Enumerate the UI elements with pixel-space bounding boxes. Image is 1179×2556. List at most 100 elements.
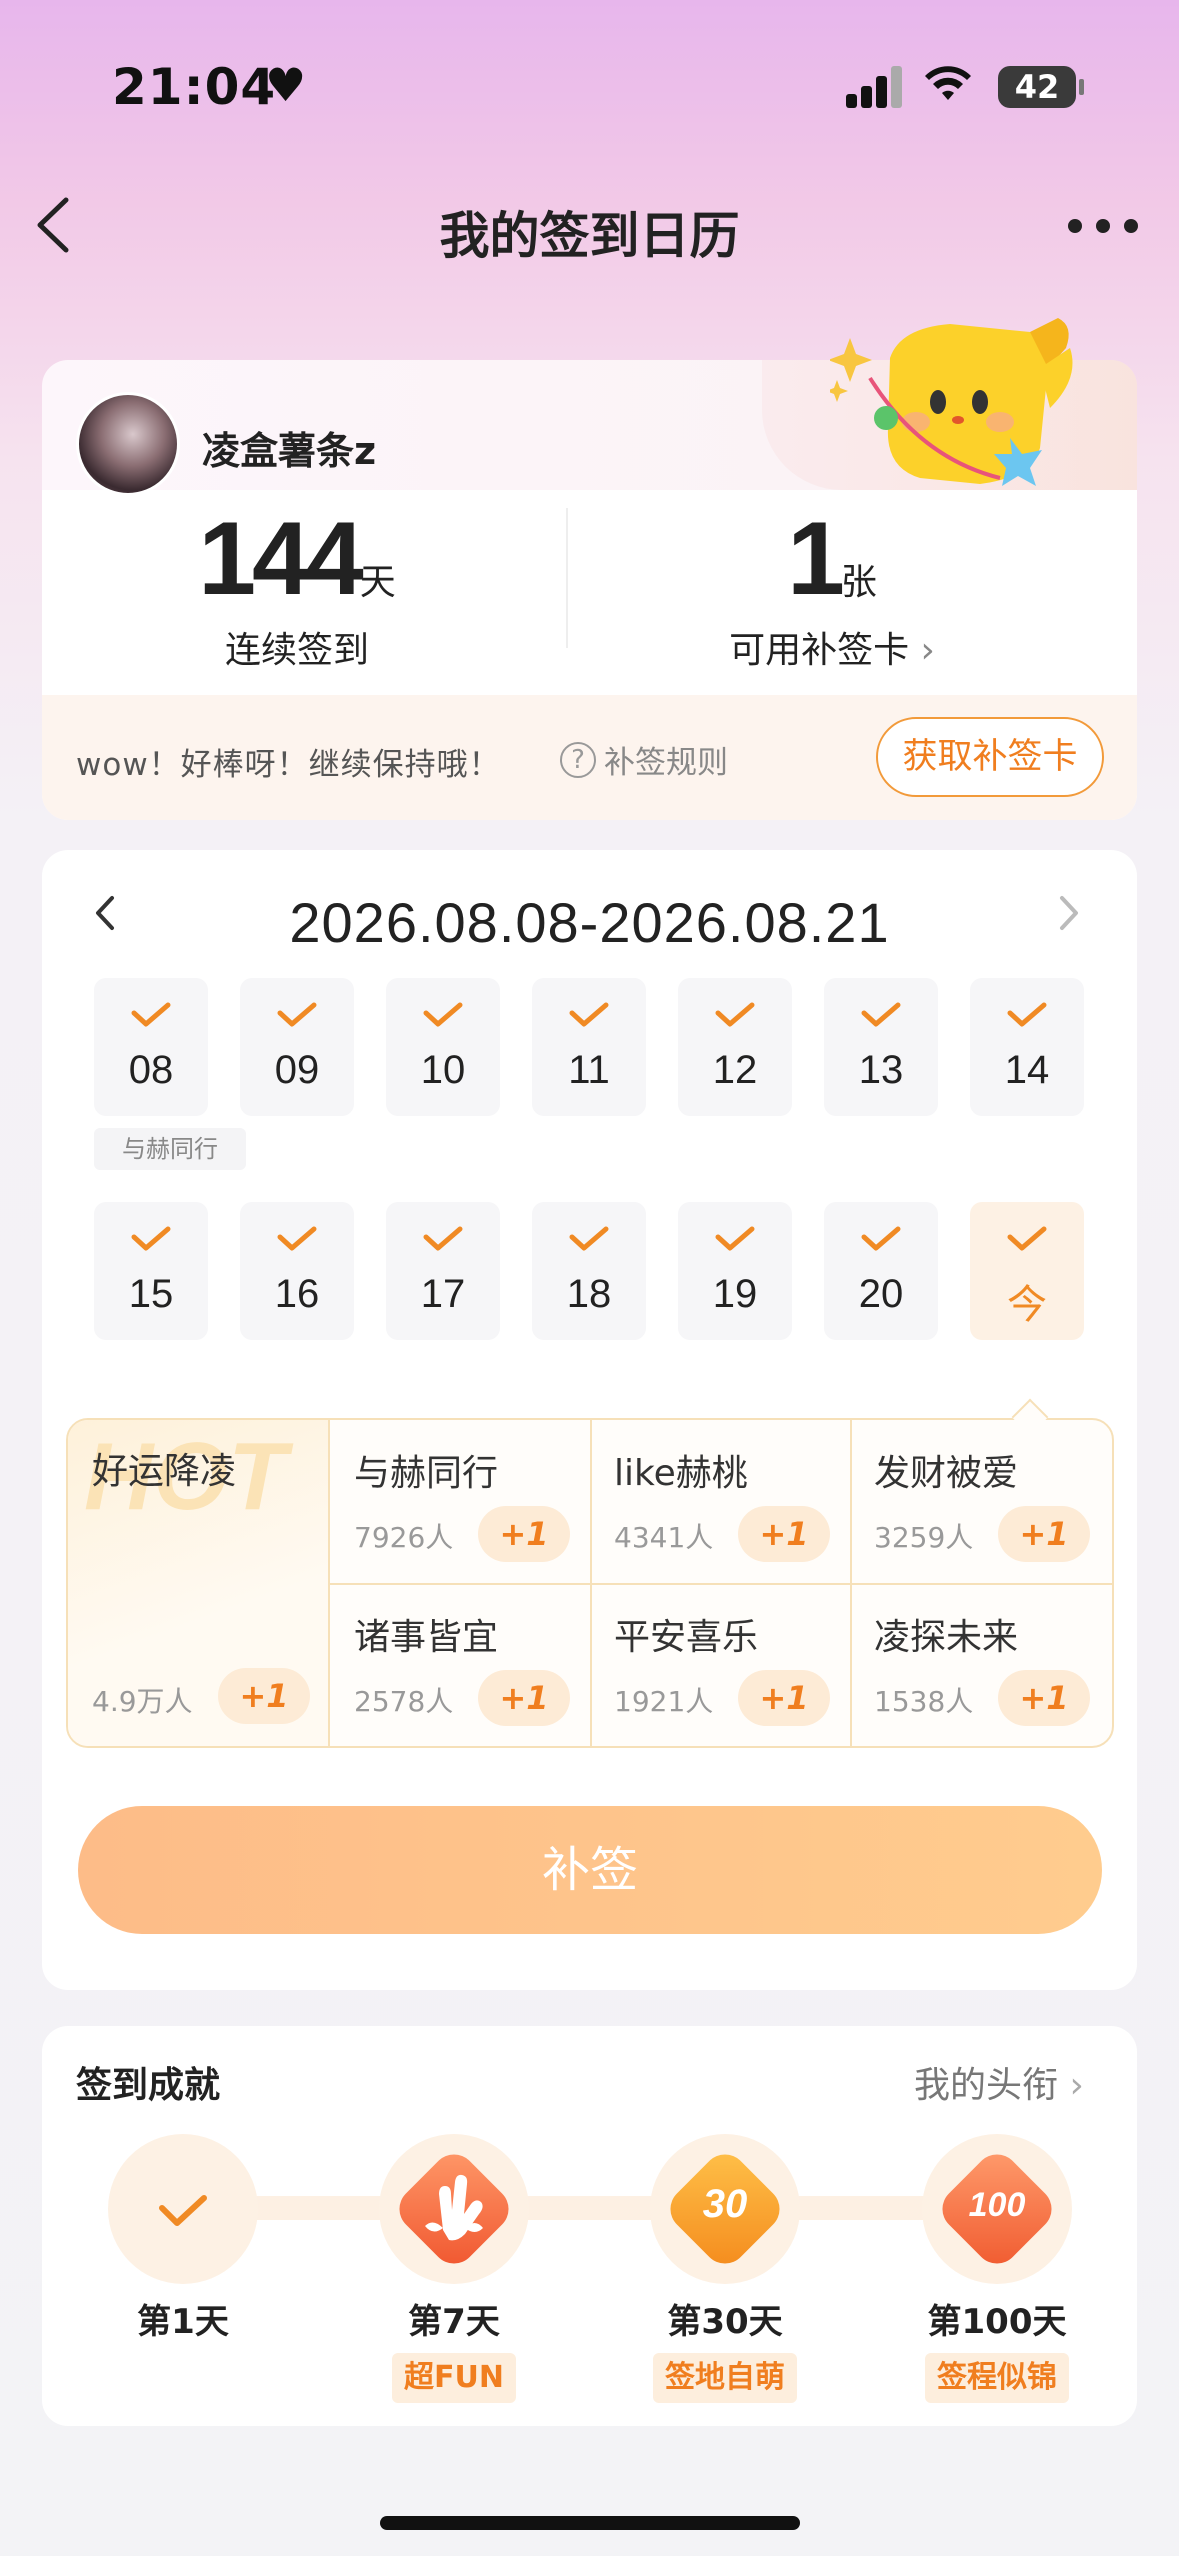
achievement-badge-circle: 100: [922, 2134, 1072, 2284]
tag-count: 2578人: [354, 1685, 454, 1718]
rules-link[interactable]: ? 补签规则: [560, 737, 728, 782]
check-icon: [1007, 1226, 1047, 1251]
calendar-day[interactable]: 13: [824, 978, 938, 1116]
check-icon: [423, 1002, 463, 1027]
my-titles-link[interactable]: 我的头衔 ›: [914, 2056, 1084, 2108]
day-number: 17: [420, 1272, 466, 1316]
check-icon: [423, 1226, 463, 1251]
check-icon: [131, 1226, 171, 1251]
rules-label: 补签规则: [604, 745, 728, 781]
day-number: 15: [128, 1272, 174, 1316]
tag-cell[interactable]: 平安喜乐 1921人 +1: [590, 1584, 851, 1747]
cards-stat[interactable]: 1张 可用补签卡 ›: [682, 500, 982, 673]
progress-track: [162, 2196, 1012, 2220]
check-icon: [861, 1002, 901, 1027]
resign-button[interactable]: 补签: [78, 1806, 1102, 1934]
achievement-badge-circle: [379, 2134, 529, 2284]
calendar-day[interactable]: 14: [970, 978, 1084, 1116]
username: 凌盒薯条z: [202, 429, 377, 473]
streak-value: 144: [198, 501, 364, 617]
plus-one-button[interactable]: +1: [738, 1506, 830, 1562]
question-icon: ?: [560, 741, 596, 778]
calendar-day[interactable]: 19: [678, 1202, 792, 1340]
check-icon: [715, 1226, 755, 1251]
tag-grid: HOT 好运降凌 4.9万人 +1 与赫同行 7926人 +1 like赫桃 4…: [66, 1418, 1114, 1748]
mascot-illustration: [826, 318, 1090, 498]
tag-cell[interactable]: 发财被爱 3259人 +1: [850, 1420, 1111, 1583]
check-icon: [1007, 1002, 1047, 1027]
achievements-title: 签到成就: [76, 2065, 221, 2106]
plus-one-button[interactable]: +1: [218, 1668, 310, 1724]
home-indicator[interactable]: [380, 2516, 800, 2530]
achievement-item[interactable]: 第7天 超FUN: [379, 2134, 529, 2403]
calendar-day[interactable]: 17: [386, 1202, 500, 1340]
plus-one-button[interactable]: +1: [738, 1670, 830, 1726]
achievement-badge-circle: 30: [650, 2134, 800, 2284]
tag-count: 4.9万人: [92, 1685, 193, 1718]
hot-tag[interactable]: HOT 好运降凌 4.9万人 +1: [68, 1420, 330, 1746]
day-number: 11: [568, 1048, 610, 1092]
day-number: 08: [128, 1048, 174, 1092]
check-icon: [159, 2195, 207, 2226]
cards-value: 1: [787, 501, 845, 617]
achievement-item[interactable]: 第1天: [108, 2134, 258, 2343]
heart-icon: ♥: [265, 58, 307, 112]
badge-art-text: 100: [968, 2186, 1026, 2224]
day-number: 20: [858, 1272, 904, 1316]
day-number: 10: [420, 1048, 466, 1092]
calendar-day[interactable]: 09: [240, 978, 354, 1116]
plus-one-button[interactable]: +1: [998, 1670, 1090, 1726]
day-number: 16: [274, 1272, 320, 1316]
stat-divider: [566, 508, 568, 648]
calendar-day[interactable]: 10: [386, 978, 500, 1116]
tag-count: 1921人: [614, 1685, 714, 1718]
tag-cell[interactable]: 诸事皆宜 2578人 +1: [330, 1584, 591, 1747]
achievement-item[interactable]: 30 第30天 签地自萌: [650, 2134, 800, 2403]
calendar-day[interactable]: 18: [532, 1202, 646, 1340]
calendar-day-today[interactable]: 今: [970, 1202, 1084, 1340]
notice-bar: wow！好棒呀！继续保持哦！ ? 补签规则 获取补签卡: [42, 695, 1137, 820]
tag-name: like赫桃: [614, 1453, 748, 1494]
streak-unit: 天: [359, 562, 396, 603]
plus-one-button[interactable]: +1: [998, 1506, 1090, 1562]
plus-one-button[interactable]: +1: [478, 1670, 570, 1726]
streak-stat: 144天 连续签到: [132, 500, 462, 673]
tag-count: 7926人: [354, 1521, 454, 1554]
tag-count: 4341人: [614, 1521, 714, 1554]
achievement-title-badge: 签程似锦: [925, 2353, 1069, 2403]
cellular-signal-icon: [846, 66, 904, 108]
hand-sign-icon: [425, 2174, 483, 2241]
calendar-day[interactable]: 15: [94, 1202, 208, 1340]
wifi-icon: [924, 64, 972, 115]
tag-cell[interactable]: 凌探未来 1538人 +1: [850, 1584, 1111, 1747]
tag-cell[interactable]: like赫桃 4341人 +1: [590, 1420, 851, 1583]
next-range-button[interactable]: [1054, 888, 1084, 950]
calendar-day[interactable]: 08: [94, 978, 208, 1116]
notice-text: wow！好棒呀！继续保持哦！: [76, 747, 501, 783]
tag-name: 平安喜乐: [614, 1617, 759, 1658]
more-options-button[interactable]: [1068, 219, 1138, 233]
day-number: 13: [858, 1048, 904, 1092]
calendar-day[interactable]: 20: [824, 1202, 938, 1340]
calendar-day[interactable]: 12: [678, 978, 792, 1116]
check-icon: [277, 1002, 317, 1027]
tag-cell[interactable]: 与赫同行 7926人 +1: [330, 1420, 591, 1583]
calendar-day[interactable]: 16: [240, 1202, 354, 1340]
calendar-card: 2026.08.08-2026.08.21 08 09 10 11 12 13 …: [42, 850, 1137, 1990]
achievement-item[interactable]: 100 第100天 签程似锦: [922, 2134, 1072, 2403]
day-number: 今: [1007, 1283, 1047, 1327]
check-icon: [569, 1002, 609, 1027]
achievement-day: 第1天: [137, 2302, 229, 2342]
badge-art-text: 30: [702, 2182, 748, 2226]
tag-count: 1538人: [874, 1685, 974, 1718]
my-titles-label: 我的头衔: [914, 2065, 1059, 2106]
streak-label: 连续签到: [224, 630, 369, 671]
plus-one-button[interactable]: +1: [478, 1506, 570, 1562]
status-time: 21:04: [112, 58, 277, 116]
achievement-title-badge: 超FUN: [392, 2353, 516, 2403]
tag-count: 3259人: [874, 1521, 974, 1554]
calendar-day[interactable]: 11: [532, 978, 646, 1116]
get-card-button[interactable]: 获取补签卡: [876, 717, 1104, 797]
avatar[interactable]: [76, 392, 180, 496]
achievements-card: 签到成就 我的头衔 › 第1天 第7天 超FUN 30 第30天 签地自萌 10…: [42, 2026, 1137, 2426]
